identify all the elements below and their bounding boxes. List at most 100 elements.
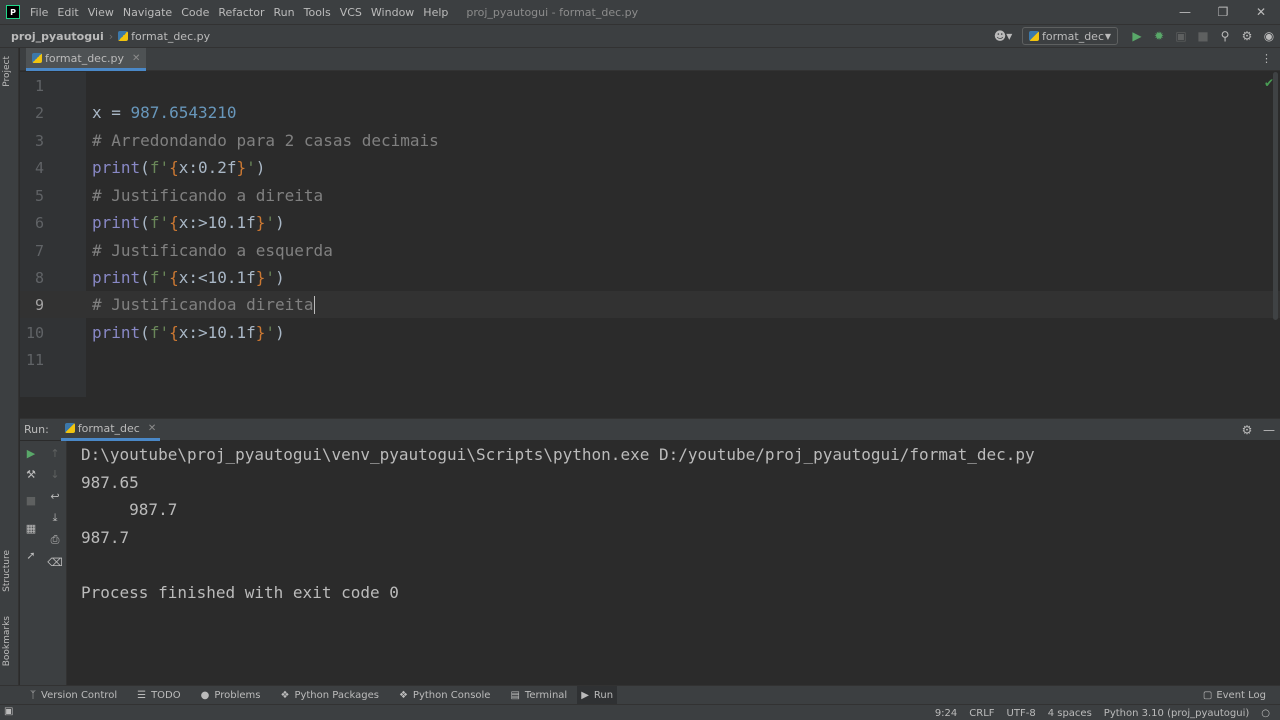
code-line: 5 # Justificando a direita [20,182,1280,209]
menu-file[interactable]: File [30,6,48,19]
code-token: x:0.2f [178,158,237,177]
run-panel-header: Run: format_dec ✕ ⚙ — [20,418,1280,441]
run-console[interactable]: D:\youtube\proj_pyautogui\venv_pyautogui… [68,441,1280,685]
console-line: 987.7 [81,500,178,519]
arrow-up-icon[interactable]: ↑ [45,443,65,463]
line-number: 2 [34,103,44,122]
close-icon[interactable]: ✕ [148,423,156,434]
code-token: ) [275,213,285,232]
breadcrumb-project[interactable]: proj_pyautogui [11,30,104,43]
restore-button[interactable]: ❐ [1204,0,1242,24]
run-config-label: format_dec [1042,29,1104,43]
code-line: 1 [20,72,1280,99]
line-number: 4 [34,158,44,177]
tab-format-dec[interactable]: format_dec.py ✕ [26,48,147,71]
minimize-icon[interactable]: — [1258,423,1280,437]
project-tool-button[interactable]: Project [2,56,12,87]
code-token: ' [265,323,276,342]
editor-scrollbar[interactable] [1273,72,1278,320]
code-token: { [169,323,179,342]
python-packages-button[interactable]: ❖ Python Packages [276,686,382,705]
caret-position[interactable]: 9:24 [935,708,957,719]
chevron-down-icon: ▼ [1104,31,1111,41]
pin-icon[interactable]: ➚ [21,545,41,565]
scroll-to-end-icon[interactable]: ⤓ [45,508,65,528]
indent-setting[interactable]: 4 spaces [1048,708,1092,719]
code-token: x:>10.1f [178,213,256,232]
todo-button[interactable]: ☰ TODO [133,686,185,705]
console-line: 987.7 [81,528,130,547]
lock-icon[interactable]: ○ [1261,708,1270,719]
more-vertical-icon[interactable]: ⋮ [1261,52,1272,65]
wrench-icon[interactable]: ⚒ [21,464,41,484]
close-icon[interactable]: ✕ [132,53,140,64]
trash-icon[interactable]: ⌫ [45,552,65,572]
interpreter-select[interactable]: Python 3.10 (proj_pyautogui) [1104,708,1249,719]
coverage-icon[interactable]: ▣ [1170,29,1192,43]
bottom-bar-label: Terminal [524,689,568,701]
tool-window-bar: ᛉ Version Control ☰ TODO ● Problems ❖ Python… [0,685,1280,705]
navbar-actions: ☻▾ format_dec ▼ ▶ ✹ ▣ ■ ⚲ ⚙ ◉ [992,25,1280,47]
arrow-down-icon[interactable]: ↓ [45,464,65,484]
run-button[interactable]: ▶ Run [577,685,618,705]
soft-wrap-icon[interactable]: ↩ [45,486,65,506]
run-icon[interactable]: ▶ [1126,29,1148,43]
code-editor[interactable]: 1 2 x = 987.6543210 3 # Arredondando par… [20,72,1280,397]
speech-bubble-icon: ▢ [1202,690,1213,701]
python-console-button[interactable]: ❖ Python Console [395,686,495,705]
code-token: } [255,268,266,287]
breadcrumb-file[interactable]: format_dec.py [131,30,210,43]
menu-view[interactable]: View [88,6,114,19]
menu-run[interactable]: Run [274,6,295,19]
menu-refactor[interactable]: Refactor [218,6,264,19]
jetbrains-logo-icon[interactable]: ◉ [1258,29,1280,43]
menu-help[interactable]: Help [423,6,448,19]
layout-icon[interactable]: ▦ [21,518,41,538]
code-comment: # Justificando a direita [92,186,324,205]
code-token: f' [149,158,170,177]
code-comment: # Justificandoa direita [92,294,314,314]
code-token: ( [140,323,150,342]
python-file-icon [118,31,129,41]
menu-tools[interactable]: Tools [304,6,331,19]
menu-navigate[interactable]: Navigate [123,6,172,19]
code-token: { [169,213,179,232]
menu-code[interactable]: Code [181,6,209,19]
gear-icon[interactable]: ⚙ [1236,29,1258,43]
code-token: } [255,323,266,342]
gear-icon[interactable]: ⚙ [1236,423,1258,437]
user-icon[interactable]: ☻▾ [992,29,1014,43]
run-tab[interactable]: format_dec ✕ [60,419,161,441]
print-icon[interactable]: ⎙ [45,530,65,550]
line-separator[interactable]: CRLF [969,708,994,719]
terminal-button[interactable]: ▤ Terminal [506,686,571,705]
stop-icon[interactable]: ■ [1192,29,1214,43]
menu-window[interactable]: Window [371,6,414,19]
event-log-button[interactable]: ▢ Event Log [1203,686,1266,705]
run-config-select[interactable]: format_dec ▼ [1022,27,1118,45]
debug-icon[interactable]: ✹ [1148,29,1170,43]
line-number: 6 [34,213,44,232]
structure-tool-button[interactable]: Structure [2,550,12,592]
stop-icon[interactable]: ■ [21,490,41,510]
line-number: 5 [34,186,44,205]
python-file-icon [64,423,75,433]
code-token: 987.6543210 [130,103,237,122]
code-token: } [255,213,266,232]
code-line: 4 print(f'{x:0.2f}') [20,154,1280,181]
menu-edit[interactable]: Edit [57,6,78,19]
menu-vcs[interactable]: VCS [340,6,362,19]
file-encoding[interactable]: UTF-8 [1007,708,1036,719]
run-tab-label: format_dec [77,421,140,435]
code-token: { [169,268,179,287]
search-icon[interactable]: ⚲ [1214,29,1236,43]
rerun-icon[interactable]: ▶ [21,443,41,463]
code-line: 11 [20,346,1280,373]
panel-toggle-icon[interactable]: ▣ [4,706,13,717]
minimize-button[interactable]: — [1166,0,1204,24]
code-token: ( [140,213,150,232]
version-control-button[interactable]: ᛉ Version Control [26,686,121,705]
close-button[interactable]: ✕ [1242,0,1280,24]
bookmarks-tool-button[interactable]: Bookmarks [2,616,12,666]
problems-button[interactable]: ● Problems [197,686,265,705]
